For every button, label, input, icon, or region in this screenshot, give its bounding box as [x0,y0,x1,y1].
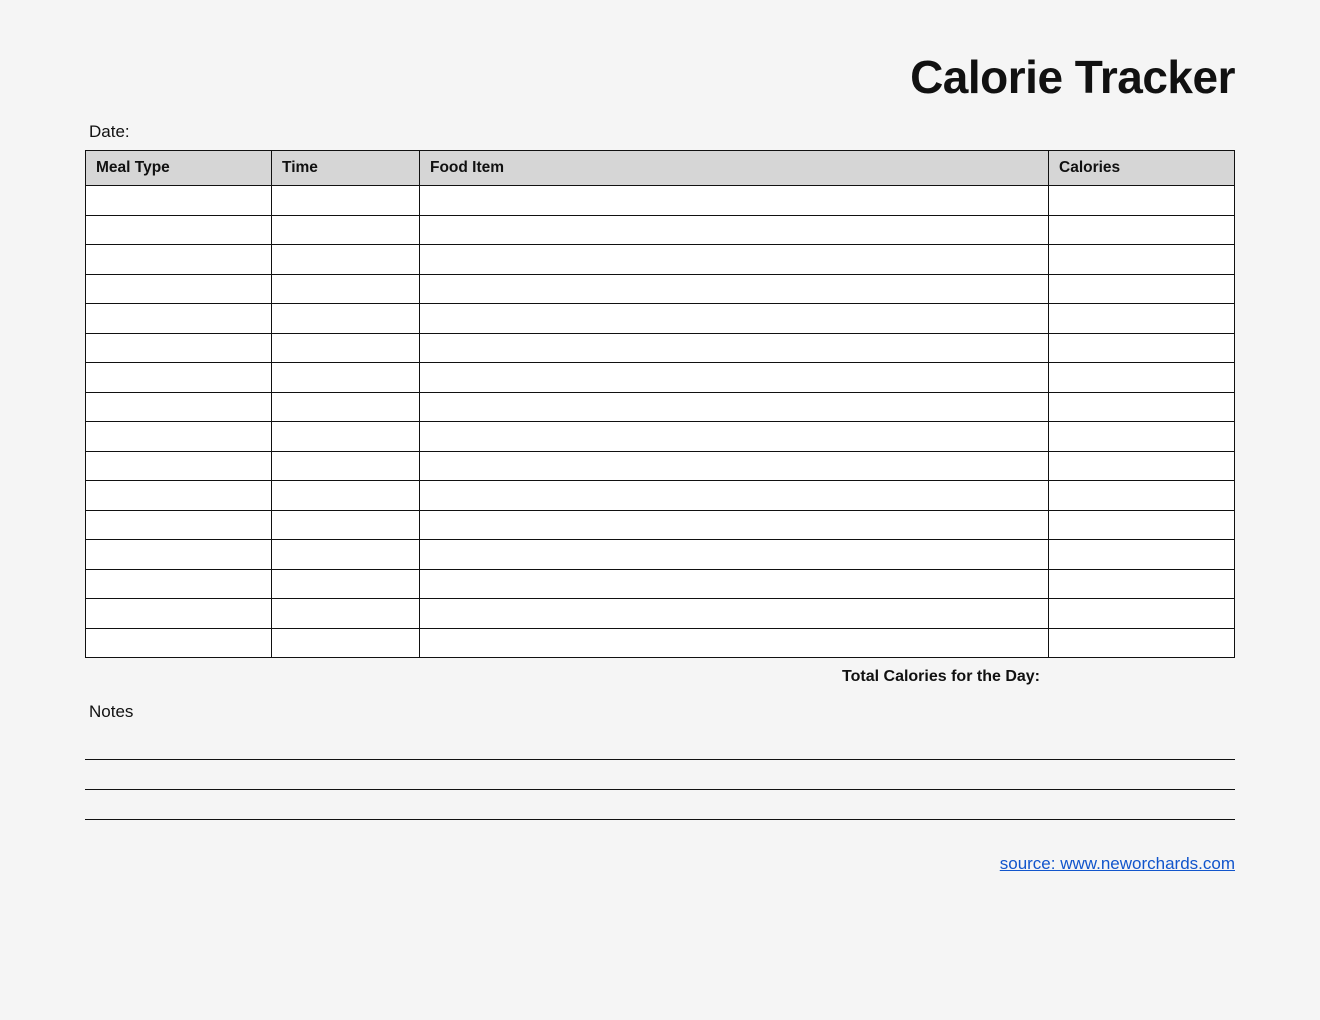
source-attribution: source: www.neworchards.com [85,854,1235,874]
cell-food_item[interactable] [420,422,1049,452]
cell-time[interactable] [272,215,420,245]
cell-food_item[interactable] [420,333,1049,363]
cell-meal_type[interactable] [86,392,272,422]
cell-meal_type[interactable] [86,481,272,511]
cell-food_item[interactable] [420,245,1049,275]
table-row [86,215,1235,245]
cell-calories[interactable] [1049,333,1235,363]
cell-meal_type[interactable] [86,451,272,481]
table-row [86,451,1235,481]
cell-calories[interactable] [1049,540,1235,570]
cell-meal_type[interactable] [86,304,272,334]
cell-meal_type[interactable] [86,628,272,658]
cell-food_item[interactable] [420,215,1049,245]
cell-meal_type[interactable] [86,569,272,599]
table-row [86,599,1235,629]
table-row [86,540,1235,570]
cell-meal_type[interactable] [86,510,272,540]
cell-calories[interactable] [1049,628,1235,658]
cell-time[interactable] [272,392,420,422]
cell-time[interactable] [272,451,420,481]
cell-calories[interactable] [1049,245,1235,275]
calorie-table: Meal Type Time Food Item Calories [85,150,1235,658]
table-row [86,186,1235,216]
cell-meal_type[interactable] [86,363,272,393]
cell-time[interactable] [272,422,420,452]
cell-food_item[interactable] [420,392,1049,422]
source-link[interactable]: source: www.neworchards.com [1000,854,1235,873]
cell-time[interactable] [272,569,420,599]
cell-calories[interactable] [1049,510,1235,540]
cell-calories[interactable] [1049,215,1235,245]
cell-food_item[interactable] [420,628,1049,658]
table-row [86,274,1235,304]
cell-calories[interactable] [1049,451,1235,481]
cell-time[interactable] [272,245,420,275]
note-line[interactable] [85,730,1235,760]
table-row [86,333,1235,363]
table-row [86,569,1235,599]
note-line[interactable] [85,760,1235,790]
cell-time[interactable] [272,599,420,629]
cell-calories[interactable] [1049,392,1235,422]
cell-food_item[interactable] [420,599,1049,629]
cell-meal_type[interactable] [86,599,272,629]
cell-calories[interactable] [1049,599,1235,629]
cell-time[interactable] [272,628,420,658]
cell-food_item[interactable] [420,451,1049,481]
cell-meal_type[interactable] [86,186,272,216]
table-row [86,422,1235,452]
cell-food_item[interactable] [420,540,1049,570]
cell-meal_type[interactable] [86,245,272,275]
table-row [86,304,1235,334]
cell-calories[interactable] [1049,422,1235,452]
cell-time[interactable] [272,274,420,304]
cell-time[interactable] [272,510,420,540]
cell-meal_type[interactable] [86,274,272,304]
cell-time[interactable] [272,304,420,334]
cell-calories[interactable] [1049,186,1235,216]
cell-calories[interactable] [1049,569,1235,599]
notes-label: Notes [89,702,1235,722]
cell-food_item[interactable] [420,481,1049,511]
col-header-meal-type: Meal Type [86,151,272,186]
cell-calories[interactable] [1049,274,1235,304]
cell-meal_type[interactable] [86,422,272,452]
cell-food_item[interactable] [420,569,1049,599]
cell-meal_type[interactable] [86,540,272,570]
table-row [86,392,1235,422]
col-header-calories: Calories [1049,151,1235,186]
cell-time[interactable] [272,481,420,511]
cell-calories[interactable] [1049,363,1235,393]
col-header-food-item: Food Item [420,151,1049,186]
table-row [86,363,1235,393]
col-header-time: Time [272,151,420,186]
note-line[interactable] [85,790,1235,820]
cell-food_item[interactable] [420,510,1049,540]
cell-time[interactable] [272,363,420,393]
page-title: Calorie Tracker [85,50,1235,104]
cell-time[interactable] [272,333,420,363]
cell-meal_type[interactable] [86,215,272,245]
date-label: Date: [89,122,1235,142]
cell-food_item[interactable] [420,186,1049,216]
cell-food_item[interactable] [420,304,1049,334]
cell-time[interactable] [272,186,420,216]
cell-calories[interactable] [1049,304,1235,334]
cell-food_item[interactable] [420,274,1049,304]
table-row [86,510,1235,540]
cell-food_item[interactable] [420,363,1049,393]
cell-calories[interactable] [1049,481,1235,511]
total-calories-label: Total Calories for the Day: [85,668,1235,686]
table-row [86,628,1235,658]
cell-meal_type[interactable] [86,333,272,363]
table-row [86,245,1235,275]
table-header-row: Meal Type Time Food Item Calories [86,151,1235,186]
table-row [86,481,1235,511]
cell-time[interactable] [272,540,420,570]
